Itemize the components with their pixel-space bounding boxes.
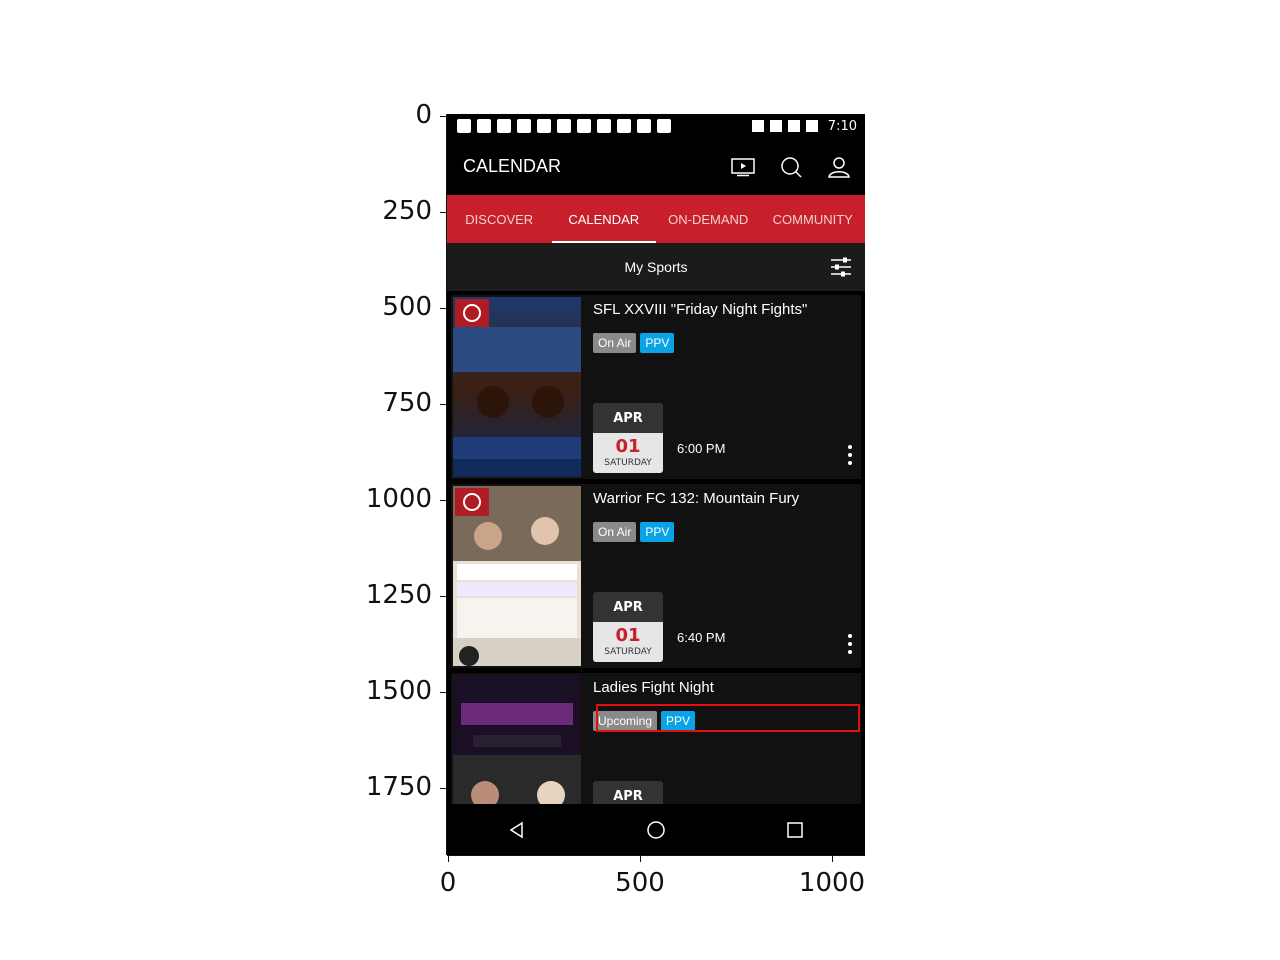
notification-icon xyxy=(617,119,631,133)
event-poster[interactable] xyxy=(453,675,581,804)
event-card[interactable]: Warrior FC 132: Mountain Fury On Air PPV… xyxy=(451,484,861,668)
event-card[interactable]: Ladies Fight Night Upcoming PPV APR xyxy=(451,673,861,804)
event-title[interactable]: SFL XXVIII "Friday Night Fights" xyxy=(593,301,807,318)
tab-bar: DISCOVER CALENDAR ON-DEMAND COMMUNITY xyxy=(447,195,865,243)
clock: 7:10 xyxy=(827,118,857,134)
y-tick-label: 1750 xyxy=(365,772,432,802)
x-tick-label: 500 xyxy=(615,868,665,898)
date-box: APR xyxy=(593,781,663,804)
tv-icon[interactable] xyxy=(729,153,757,181)
filter-label[interactable]: My Sports xyxy=(624,259,687,275)
status-badge: On Air xyxy=(593,522,637,542)
system-status: 7:10 xyxy=(751,118,857,134)
battery-icon xyxy=(805,120,818,132)
y-tick-mark xyxy=(440,596,447,597)
y-tick-label: 1250 xyxy=(365,580,432,610)
search-icon[interactable] xyxy=(777,153,805,181)
x-tick-mark xyxy=(832,855,833,862)
date-box: APR 01 SATURDAY xyxy=(593,403,663,473)
date-day: 01 xyxy=(615,436,641,457)
live-indicator-icon xyxy=(455,299,489,327)
event-list[interactable]: SFL XXVIII "Friday Night Fights" On Air … xyxy=(447,291,865,804)
event-card[interactable]: SFL XXVIII "Friday Night Fights" On Air … xyxy=(451,295,861,479)
y-tick-label: 1000 xyxy=(365,484,432,514)
y-tick-label: 0 xyxy=(415,100,432,130)
y-tick-mark xyxy=(440,308,447,309)
account-icon[interactable] xyxy=(825,153,853,181)
status-badge: On Air xyxy=(593,333,637,353)
highlight-box xyxy=(596,704,860,732)
phone-screen: 7:10 CALENDAR DISCOVER CALENDAR ON-DEMAN… xyxy=(447,114,865,855)
y-tick-mark xyxy=(440,788,447,789)
bluetooth-icon xyxy=(751,120,764,132)
notification-icons xyxy=(457,119,671,133)
y-tick-mark xyxy=(440,116,447,117)
y-tick-mark xyxy=(440,692,447,693)
y-tick-label: 500 xyxy=(382,292,432,322)
more-options-icon[interactable] xyxy=(847,445,853,465)
ppv-badge: PPV xyxy=(640,522,675,542)
event-title[interactable]: Warrior FC 132: Mountain Fury xyxy=(593,490,799,507)
back-icon[interactable] xyxy=(502,815,532,845)
y-tick-label: 1500 xyxy=(365,676,432,706)
home-icon[interactable] xyxy=(641,815,671,845)
filter-bar: My Sports xyxy=(447,243,865,291)
event-poster[interactable] xyxy=(453,486,581,666)
facebook-icon xyxy=(577,119,591,133)
date-month: APR xyxy=(593,403,663,433)
y-tick-label: 250 xyxy=(382,196,432,226)
date-month: APR xyxy=(593,781,663,804)
x-axis-spine xyxy=(447,855,865,856)
x-tick-label: 1000 xyxy=(798,868,866,898)
android-icon xyxy=(657,119,671,133)
event-time: 6:40 PM xyxy=(677,630,726,645)
system-nav-bar xyxy=(447,804,865,855)
notification-icon xyxy=(457,119,471,133)
more-options-icon[interactable] xyxy=(847,634,853,654)
filter-sliders-icon[interactable] xyxy=(829,255,853,279)
date-box: APR 01 SATURDAY xyxy=(593,592,663,662)
notification-icon xyxy=(557,119,571,133)
date-weekday: SATURDAY xyxy=(604,647,652,657)
date-month: APR xyxy=(593,592,663,622)
tab-community[interactable]: COMMUNITY xyxy=(761,195,866,243)
date-day: 01 xyxy=(615,625,641,646)
y-tick-mark xyxy=(440,212,447,213)
event-poster[interactable] xyxy=(453,297,581,477)
lock-icon xyxy=(637,119,651,133)
facebook-icon xyxy=(477,119,491,133)
event-time: 6:00 PM xyxy=(677,441,726,456)
page-title: CALENDAR xyxy=(463,156,562,176)
x-tick-label: 0 xyxy=(439,868,457,898)
facebook-icon xyxy=(497,119,511,133)
x-tick-mark xyxy=(640,855,641,862)
tab-calendar[interactable]: CALENDAR xyxy=(551,195,657,243)
x-tick-mark xyxy=(448,855,449,862)
notification-icon xyxy=(537,119,551,133)
y-tick-mark xyxy=(440,500,447,501)
y-tick-label: 750 xyxy=(382,388,432,418)
tab-on-demand[interactable]: ON-DEMAND xyxy=(656,195,761,243)
signal-icon xyxy=(787,120,800,132)
recents-icon[interactable] xyxy=(780,815,810,845)
facebook-icon xyxy=(517,119,531,133)
wifi-icon xyxy=(769,120,782,132)
y-tick-mark xyxy=(440,404,447,405)
notification-icon xyxy=(597,119,611,133)
live-indicator-icon xyxy=(455,488,489,516)
status-bar: 7:10 xyxy=(447,114,865,138)
app-bar: CALENDAR xyxy=(447,138,865,195)
event-title[interactable]: Ladies Fight Night xyxy=(593,679,714,696)
date-weekday: SATURDAY xyxy=(604,458,652,468)
ppv-badge: PPV xyxy=(640,333,675,353)
tab-discover[interactable]: DISCOVER xyxy=(447,195,552,243)
